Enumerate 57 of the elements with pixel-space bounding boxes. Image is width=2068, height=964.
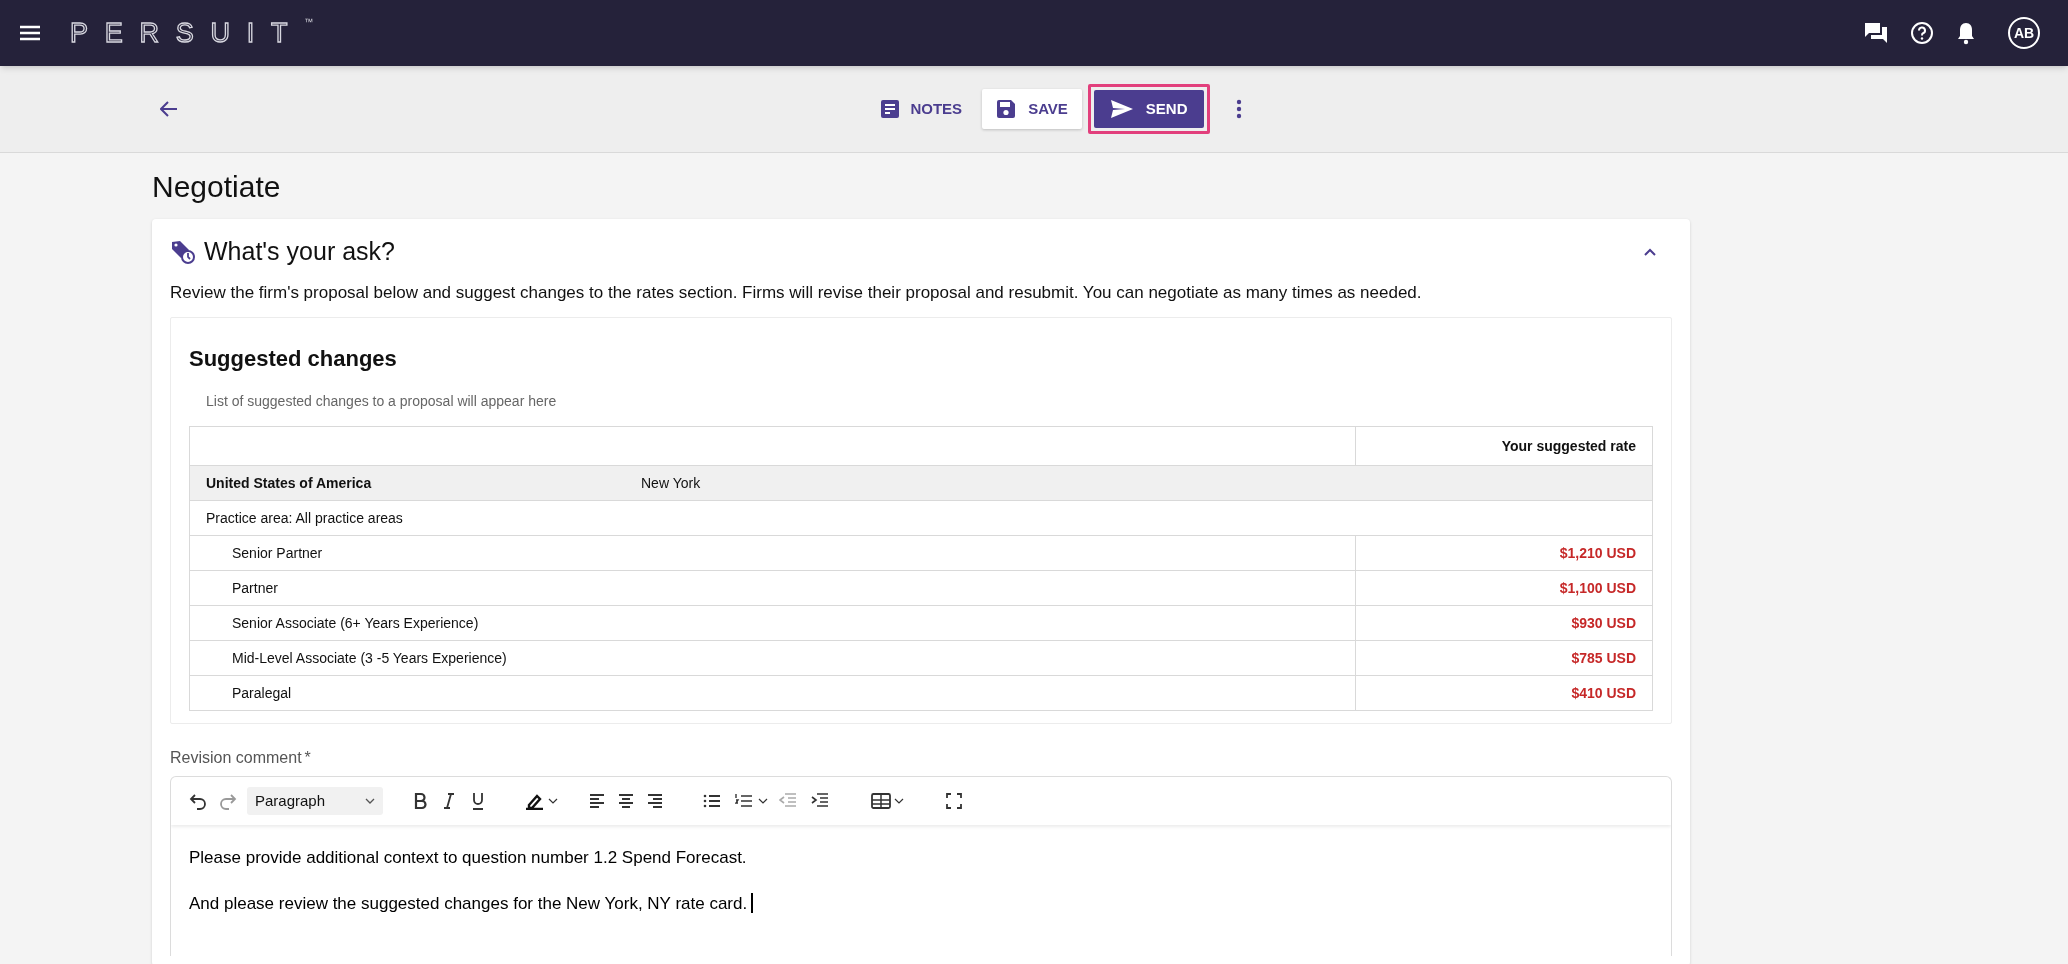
table-cell: Practice area: All practice areas xyxy=(189,500,1653,536)
underline-icon[interactable] xyxy=(471,792,485,810)
caret-icon xyxy=(365,798,375,804)
comment-text: And please review the suggested changes for the New York, NY rate card. xyxy=(189,892,748,915)
chevron-up-icon xyxy=(1644,248,1656,256)
text-cursor xyxy=(751,893,753,914)
city-label: New York xyxy=(641,473,701,493)
bulleted-list-icon[interactable] xyxy=(703,792,721,810)
note-icon xyxy=(880,99,901,119)
field-label: Revision comment xyxy=(170,748,302,768)
italic-icon[interactable] xyxy=(443,792,455,810)
table-cell: Partner xyxy=(189,570,1356,606)
section-title: What's your ask? xyxy=(204,236,395,268)
chat-icon[interactable] xyxy=(1864,22,1888,44)
table-cell: $1,100 USD xyxy=(1355,570,1653,606)
table-cell: $785 USD xyxy=(1355,640,1653,676)
user-avatar[interactable]: AB xyxy=(2008,17,2040,49)
table-cell: Senior Partner xyxy=(189,535,1356,571)
table-cell: $1,210 USD xyxy=(1355,535,1653,571)
table-cell: Mid-Level Associate (3 -5 Years Experience) xyxy=(189,640,1356,676)
panel-subtitle: List of suggested changes to a proposal will appear here xyxy=(206,392,558,411)
send-button[interactable]: SEND xyxy=(1093,90,1204,128)
tags-icon xyxy=(170,239,196,265)
numbered-list-icon[interactable] xyxy=(735,792,769,810)
align-left-icon[interactable] xyxy=(589,792,605,810)
paragraph-style-dropdown[interactable]: Paragraph xyxy=(247,787,383,815)
bell-icon[interactable] xyxy=(1956,21,1976,45)
panel-title: Suggested changes xyxy=(189,345,398,373)
redo-icon[interactable] xyxy=(219,792,237,810)
highlighter-icon[interactable] xyxy=(525,792,559,810)
help-icon[interactable] xyxy=(1910,21,1934,45)
trademark-mark: ™ xyxy=(304,15,314,29)
section-description: Review the firm's proposal below and suggest changes to the rates section. Firms will revise their proposal and resubmit. You can negotiate as many times as needed. xyxy=(170,282,1423,304)
undo-icon[interactable] xyxy=(189,792,207,810)
country-label: United States of America xyxy=(206,473,373,493)
table-cell: Senior Associate (6+ Years Experience) xyxy=(189,605,1356,641)
menu-icon[interactable] xyxy=(20,25,40,41)
notes-button[interactable]: NOTES xyxy=(872,90,971,128)
comment-editor[interactable]: Paragraph Please provide additional context to question number 1.2 Spend Forecast. And please review the suggested changes for the New York, NY rate card. xyxy=(170,776,1672,956)
save-button[interactable]: SAVE xyxy=(982,89,1082,129)
fullscreen-icon[interactable] xyxy=(945,792,963,810)
comment-text: Please provide additional context to question number 1.2 Spend Forecast. xyxy=(189,847,747,869)
table-cell: $930 USD xyxy=(1355,605,1653,641)
required-mark: * xyxy=(304,748,311,768)
indent-icon[interactable] xyxy=(811,792,829,810)
table-cell: $410 USD xyxy=(1355,675,1653,711)
bold-icon[interactable] xyxy=(413,792,427,810)
column-header: Your suggested rate xyxy=(1355,426,1653,466)
align-right-icon[interactable] xyxy=(647,792,663,810)
back-arrow-icon[interactable] xyxy=(160,101,178,117)
table-cell: Paralegal xyxy=(189,675,1356,711)
page-title: Negotiate xyxy=(152,169,282,205)
table-icon[interactable] xyxy=(871,792,905,810)
logo: PERSUIT xyxy=(70,19,305,47)
send-icon xyxy=(1109,99,1134,119)
align-center-icon[interactable] xyxy=(618,792,634,810)
more-options-icon[interactable] xyxy=(1235,99,1242,119)
